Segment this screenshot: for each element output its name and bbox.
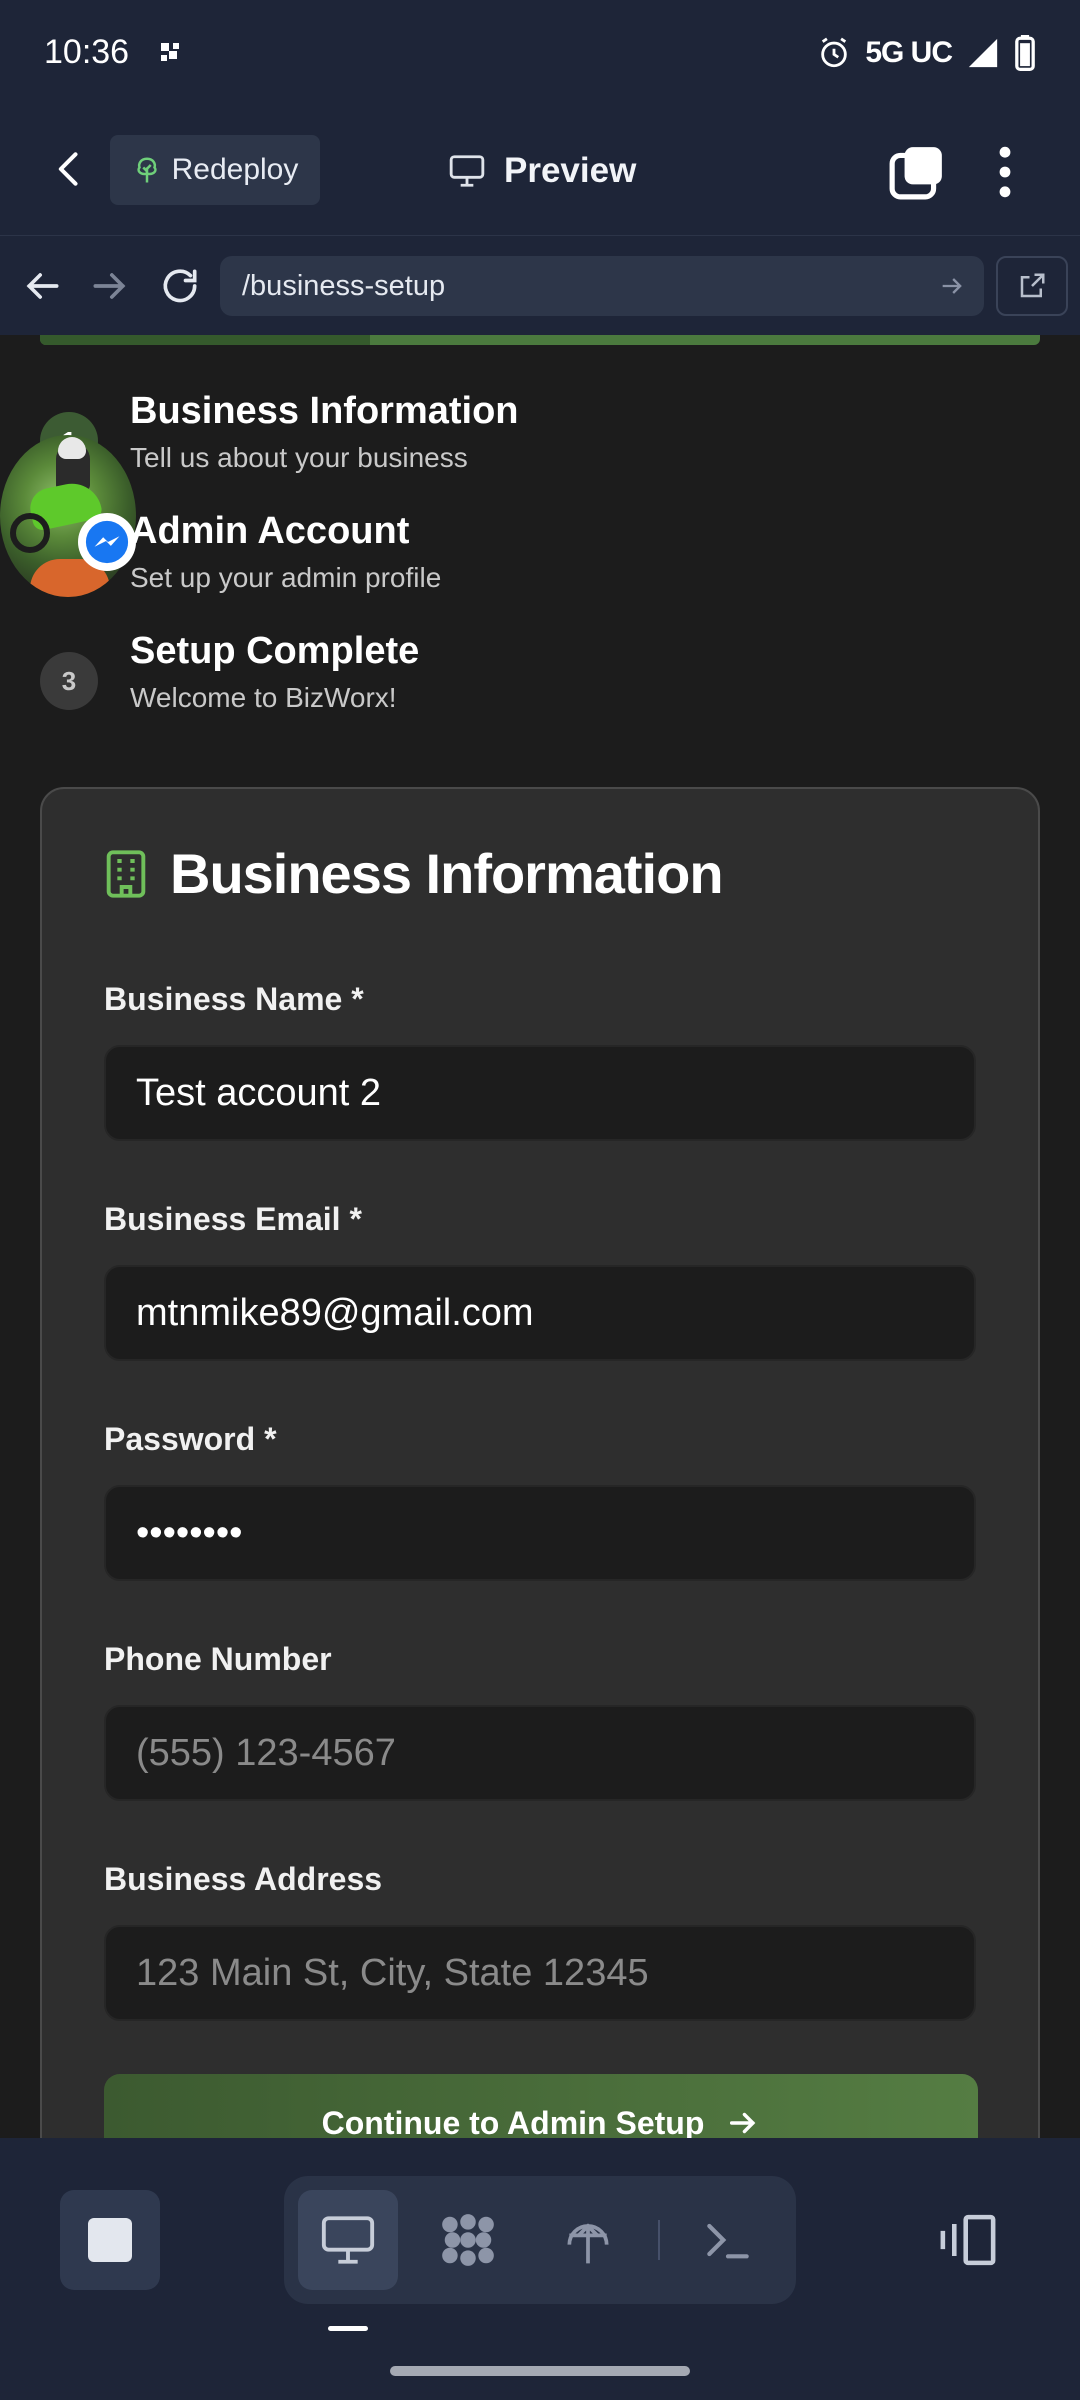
address-placeholder: 123 Main St, City, State 12345 bbox=[136, 1951, 649, 1994]
password-input[interactable]: •••••••• bbox=[104, 1485, 976, 1581]
url-input[interactable]: /business-setup bbox=[220, 256, 984, 316]
phone-label: Phone Number bbox=[104, 1641, 332, 1677]
continue-label: Continue to Admin Setup bbox=[321, 2104, 705, 2139]
mode-divider bbox=[658, 2220, 660, 2260]
business-name-label: Business Name * bbox=[104, 981, 364, 1017]
step-1-title: Business Information bbox=[130, 390, 519, 432]
address-input[interactable]: 123 Main St, City, State 12345 bbox=[104, 1925, 976, 2021]
signal-icon bbox=[968, 38, 998, 67]
phone-input[interactable]: (555) 123-4567 bbox=[104, 1705, 976, 1801]
view-mode-group bbox=[284, 2176, 796, 2304]
business-name-input[interactable]: Test account 2 bbox=[104, 1045, 976, 1141]
business-info-card: Business Information Business Name * Tes… bbox=[40, 787, 1040, 2138]
preview-label: Preview bbox=[504, 151, 637, 190]
network-type: 5G UC bbox=[865, 35, 953, 69]
active-mode-indicator bbox=[328, 2326, 368, 2331]
step-2: 2 Admin Account Set up your admin profil… bbox=[40, 510, 1040, 620]
tree-icon bbox=[136, 157, 157, 183]
terminal-icon bbox=[707, 2223, 749, 2259]
arrow-right-icon bbox=[730, 2112, 756, 2134]
step-2-title: Admin Account bbox=[130, 510, 410, 552]
split-view-icon[interactable] bbox=[936, 2212, 1000, 2268]
stop-icon bbox=[88, 2218, 132, 2262]
deploy-mode-button[interactable] bbox=[538, 2190, 638, 2290]
step-3: 3 Setup Complete Welcome to BizWorx! bbox=[40, 630, 1040, 740]
card-title: Business Information bbox=[170, 842, 724, 905]
step-2-subtitle: Set up your admin profile bbox=[130, 562, 442, 593]
alarm-icon bbox=[821, 37, 848, 67]
open-external-button[interactable] bbox=[996, 256, 1068, 316]
phone-placeholder: (555) 123-4567 bbox=[136, 1731, 396, 1774]
continue-button[interactable]: Continue to Admin Setup bbox=[104, 2074, 978, 2138]
reload-icon[interactable] bbox=[158, 264, 202, 308]
url-bar: /business-setup bbox=[0, 235, 1080, 335]
business-email-value: mtnmike89@gmail.com bbox=[136, 1291, 534, 1334]
app-toolbar: Redeploy Preview bbox=[0, 105, 1080, 235]
business-email-label: Business Email * bbox=[104, 1201, 362, 1237]
battery-icon bbox=[1015, 34, 1035, 71]
external-link-icon bbox=[1020, 273, 1045, 298]
stop-button[interactable] bbox=[60, 2190, 160, 2290]
redeploy-label: Redeploy bbox=[171, 153, 299, 186]
workflow-icon bbox=[442, 2214, 494, 2266]
business-email-input[interactable]: mtnmike89@gmail.com bbox=[104, 1265, 976, 1361]
step-1-subtitle: Tell us about your business bbox=[130, 442, 468, 473]
business-name-value: Test account 2 bbox=[136, 1071, 382, 1114]
step-3-title: Setup Complete bbox=[130, 630, 420, 672]
bottom-toolbar bbox=[0, 2138, 1080, 2400]
url-text: /business-setup bbox=[242, 269, 446, 302]
step-3-number: 3 bbox=[40, 652, 98, 710]
status-time: 10:36 bbox=[44, 33, 130, 71]
console-mode-button[interactable] bbox=[678, 2190, 778, 2290]
status-bar: 10:36 5G UC bbox=[0, 0, 1080, 105]
workflow-mode-button[interactable] bbox=[418, 2190, 518, 2290]
home-indicator[interactable] bbox=[390, 2366, 690, 2376]
building-icon bbox=[106, 849, 146, 898]
card-header: Business Information bbox=[104, 841, 724, 906]
notification-dot-icon bbox=[161, 42, 180, 61]
browser-back-icon[interactable] bbox=[20, 264, 64, 308]
address-label: Business Address bbox=[104, 1861, 383, 1897]
go-arrow-icon[interactable] bbox=[938, 272, 966, 300]
password-label: Password * bbox=[104, 1421, 277, 1457]
deploy-globe-icon bbox=[567, 2223, 609, 2264]
preview-title: Preview bbox=[448, 143, 636, 199]
tabs-icon[interactable] bbox=[888, 143, 946, 201]
more-menu-icon[interactable] bbox=[990, 145, 1020, 199]
back-icon[interactable] bbox=[48, 147, 92, 191]
step-3-subtitle: Welcome to BizWorx! bbox=[130, 682, 397, 713]
password-value: •••••••• bbox=[136, 1511, 243, 1554]
setup-progress-fill bbox=[40, 335, 370, 345]
page-content: 1 Business Information Tell us about you… bbox=[0, 335, 1080, 2138]
step-1: 1 Business Information Tell us about you… bbox=[40, 390, 1040, 500]
setup-progress-bar bbox=[40, 335, 1040, 345]
messenger-icon bbox=[78, 513, 136, 571]
browser-forward-icon[interactable] bbox=[88, 264, 132, 308]
monitor-icon bbox=[449, 155, 485, 187]
preview-mode-button[interactable] bbox=[298, 2190, 398, 2290]
redeploy-button[interactable]: Redeploy bbox=[110, 135, 320, 205]
monitor-icon bbox=[321, 2216, 375, 2264]
